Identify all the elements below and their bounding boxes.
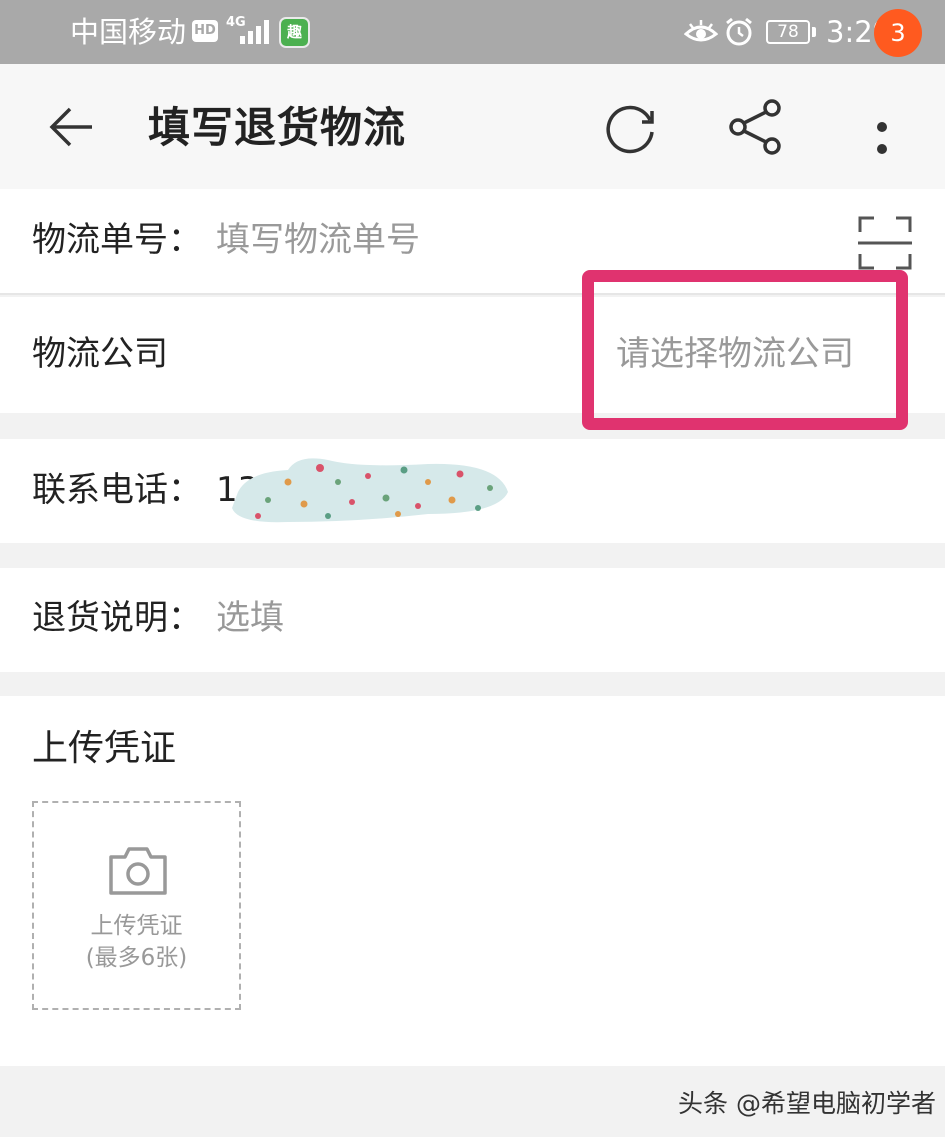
tracking-number-input[interactable]: 填写物流单号	[216, 218, 420, 262]
notification-badge: 3	[874, 9, 922, 57]
return-note-label: 退货说明：	[32, 598, 202, 638]
eye-comfort-icon	[684, 20, 718, 42]
more-icon[interactable]	[862, 100, 902, 156]
carrier-name: 中国移动	[70, 15, 187, 49]
status-bar: 中国移动 HD 4G 趣 78 3:29	[0, 0, 945, 64]
page-title: 填写退货物流	[148, 103, 407, 152]
app-bar: 填写退货物流 3	[0, 9, 945, 189]
signal-icon	[240, 20, 269, 44]
refresh-icon[interactable]	[600, 100, 660, 156]
logistics-company-label: 物流公司	[32, 334, 168, 374]
more-dot	[877, 122, 887, 132]
alarm-icon	[726, 17, 752, 46]
scan-icon[interactable]	[858, 216, 912, 270]
more-dot	[877, 144, 887, 154]
camera-icon	[109, 847, 167, 895]
upload-title: 上传凭证	[32, 728, 177, 769]
upload-voucher-button[interactable]: 上传凭证 (最多6张)	[32, 801, 241, 1010]
app-notification-icon: 趣	[279, 17, 310, 48]
redaction-mask	[232, 458, 508, 523]
watermark: 头条 @希望电脑初学者	[678, 1089, 936, 1118]
upload-limit-hint: (最多6张)	[85, 945, 188, 971]
battery-tip	[812, 27, 816, 37]
contact-phone-label: 联系电话：	[32, 470, 202, 510]
highlight-annotation	[582, 270, 908, 430]
battery-icon: 78	[766, 20, 810, 44]
tracking-number-label: 物流单号：	[32, 220, 202, 260]
back-arrow-icon[interactable]	[46, 102, 96, 152]
share-icon[interactable]	[728, 98, 784, 156]
hd-icon: HD	[192, 20, 218, 42]
return-note-input[interactable]: 选填	[216, 596, 284, 640]
upload-button-label: 上传凭证	[90, 913, 183, 939]
